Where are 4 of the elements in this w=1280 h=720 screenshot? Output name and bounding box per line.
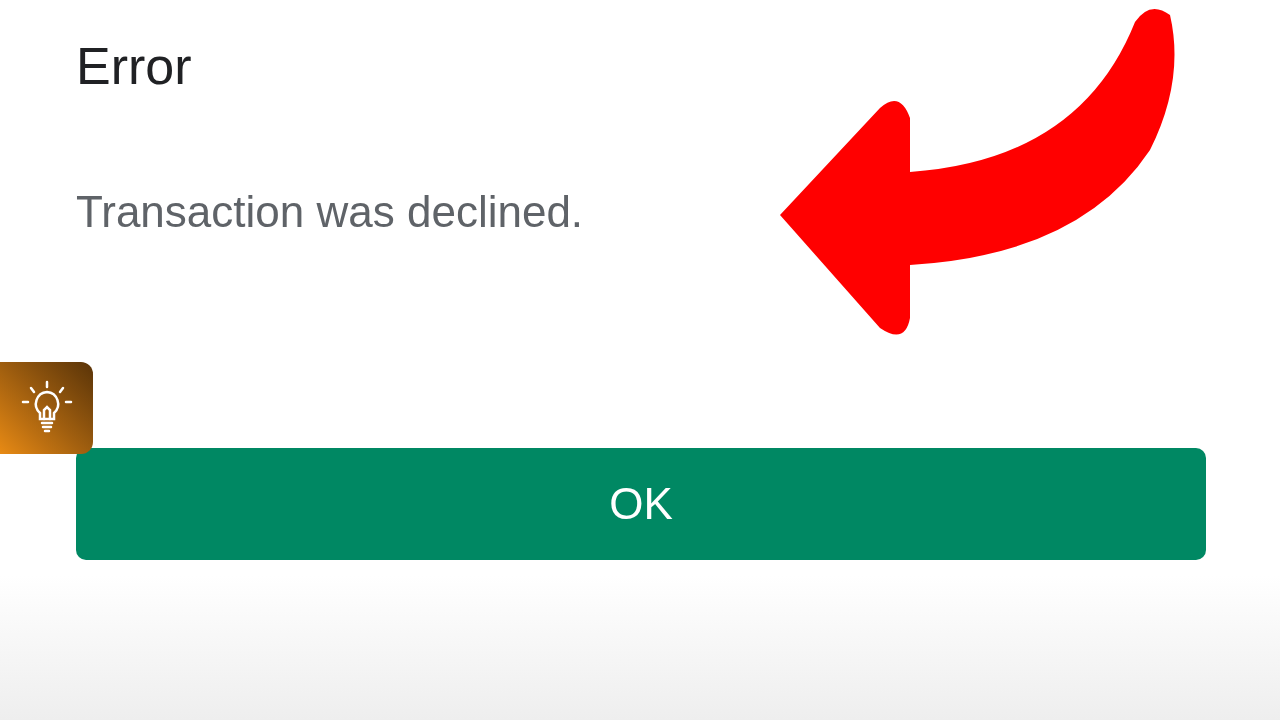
dialog-title: Error (76, 36, 192, 96)
dialog-message: Transaction was declined. (76, 186, 584, 238)
lightbulb-badge-icon (0, 362, 93, 454)
ok-button[interactable]: OK (76, 448, 1206, 560)
